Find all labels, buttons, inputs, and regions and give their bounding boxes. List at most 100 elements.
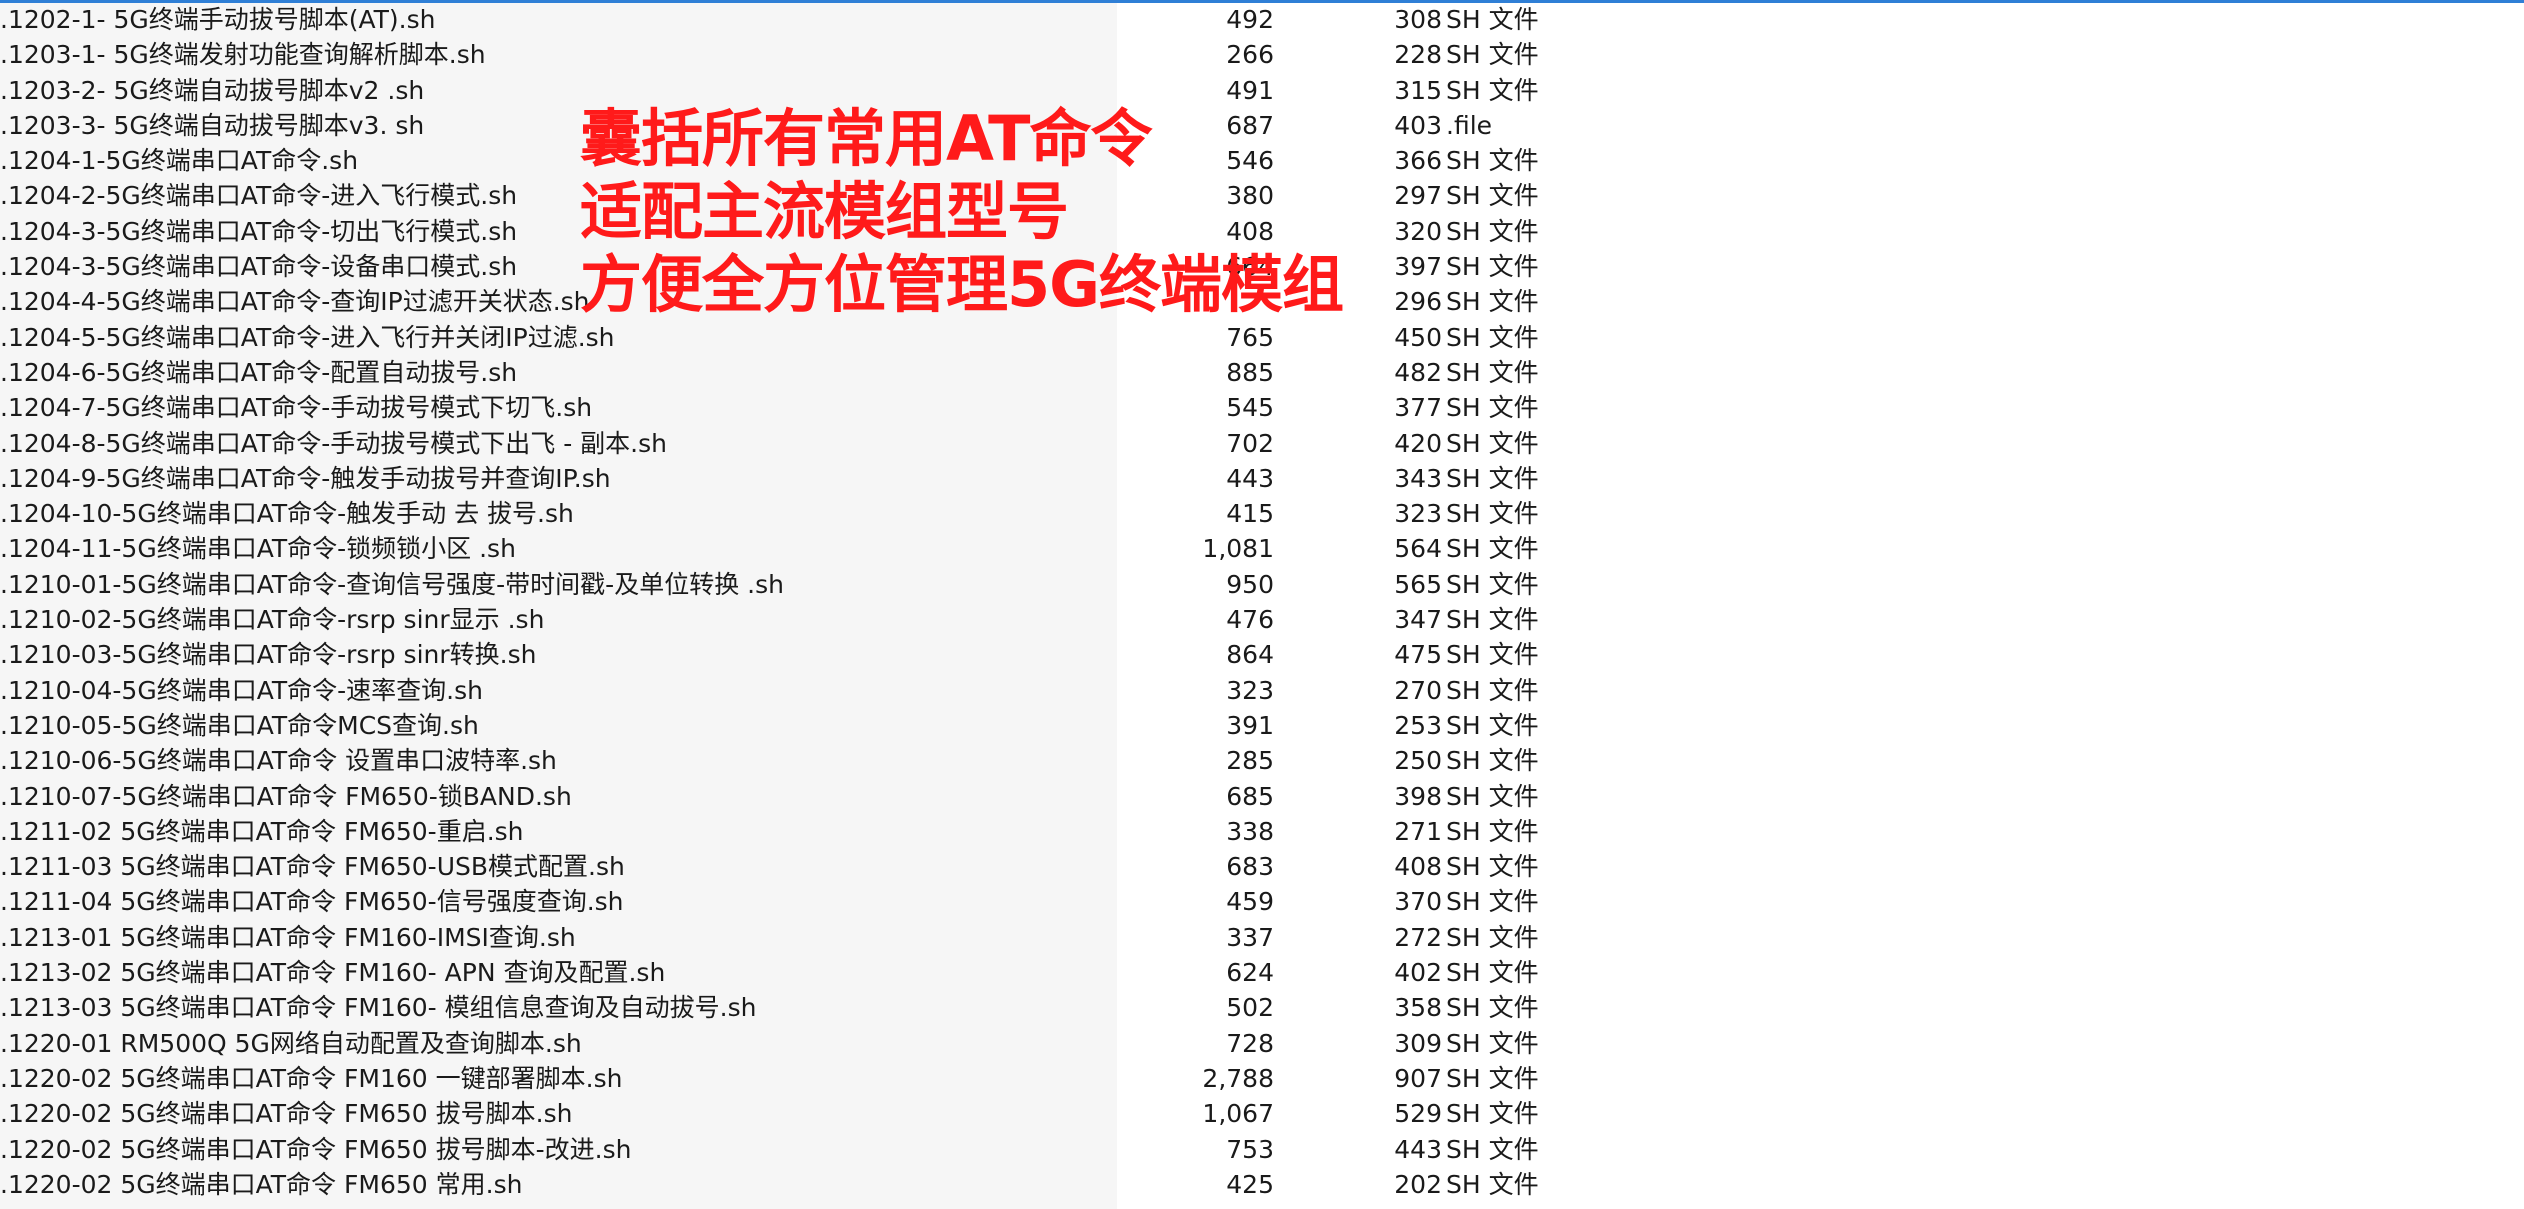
file-row[interactable]: .1210-07-5G终端串口AT命令 FM650-锁BAND.sh 685 398… — [0, 779, 2524, 814]
file-type: SH 文件 — [1446, 463, 1539, 493]
file-size: 285 — [1226, 746, 1274, 776]
file-name: .1211-03 5G终端串口AT命令 FM650-USB模式配置.sh — [0, 852, 625, 882]
file-packed-size: 408 — [1394, 852, 1442, 882]
file-packed-size: 565 — [1394, 569, 1442, 599]
file-row[interactable]: .1210-02-5G终端串口AT命令-rsrp sinr显示 .sh 476 34… — [0, 602, 2524, 637]
file-packed-size: 296 — [1394, 287, 1442, 317]
file-row[interactable]: .1204-6-5G终端串口AT命令-配置自动拔号.sh 885 482 SH 文件 — [0, 355, 2524, 390]
file-type: SH 文件 — [1446, 1099, 1539, 1129]
file-size: 492 — [1226, 5, 1274, 34]
file-row[interactable]: .1210-03-5G终端串口AT命令-rsrp sinr转换.sh 864 475… — [0, 637, 2524, 672]
file-size: 266 — [1226, 40, 1274, 70]
file-packed-size: 308 — [1394, 5, 1442, 34]
file-packed-size: 228 — [1394, 40, 1442, 70]
overlay-line-2: 适配主流模组型号 — [580, 175, 1069, 248]
file-type: SH 文件 — [1446, 357, 1539, 387]
file-size: 702 — [1226, 428, 1274, 458]
file-row[interactable]: .1210-05-5G终端串口AT命令MCS查询.sh 391 253 SH 文件 — [0, 708, 2524, 743]
file-name: .1220-02 5G终端串口AT命令 FM650 拔号脚本.sh — [0, 1099, 573, 1129]
file-row[interactable]: .1210-01-5G终端串口AT命令-查询信号强度-带时间戳-及单位转换 .s… — [0, 567, 2524, 602]
file-type: SH 文件 — [1446, 499, 1539, 529]
file-row[interactable]: .1220-02 5G终端串口AT命令 FM160 一键部署脚本.sh 2,788… — [0, 1061, 2524, 1096]
file-row[interactable]: .1211-03 5G终端串口AT命令 FM650-USB模式配置.sh 683 4… — [0, 849, 2524, 884]
file-type: SH 文件 — [1446, 675, 1539, 705]
file-type: SH 文件 — [1446, 710, 1539, 740]
file-size: 765 — [1226, 322, 1274, 352]
file-packed-size: 420 — [1394, 428, 1442, 458]
file-size: 337 — [1226, 922, 1274, 952]
file-packed-size: 271 — [1394, 816, 1442, 846]
file-type: SH 文件 — [1446, 428, 1539, 458]
file-name: .1202-1- 5G终端手动拔号脚本(AT).sh — [0, 5, 436, 34]
file-type: SH 文件 — [1446, 922, 1539, 952]
file-size: 885 — [1226, 357, 1274, 387]
file-name: .1204-8-5G终端串口AT命令-手动拔号模式下出飞 - 副本.sh — [0, 428, 667, 458]
file-row[interactable]: .1213-01 5G终端串口AT命令 FM160-IMSI查询.sh 337 27… — [0, 920, 2524, 955]
file-packed-size: 309 — [1394, 1028, 1442, 1058]
file-packed-size: 347 — [1394, 605, 1442, 635]
file-name: .1204-11-5G终端串口AT命令-锁频锁小区 .sh — [0, 534, 516, 564]
file-row[interactable]: .1203-1- 5G终端发射功能查询解析脚本.sh 266 228 SH 文件 — [0, 37, 2524, 72]
file-row[interactable]: .1204-5-5G终端串口AT命令-进入飞行并关闭IP过滤.sh 765 450 S… — [0, 320, 2524, 355]
file-packed-size: 297 — [1394, 181, 1442, 211]
file-size: 425 — [1226, 1169, 1274, 1199]
file-packed-size: 907 — [1394, 1063, 1442, 1093]
file-size: 753 — [1226, 1134, 1274, 1164]
file-row[interactable]: .1220-01 RM500Q 5G网络自动配置及查询脚本.sh 728 309 SH… — [0, 1026, 2524, 1061]
file-type: SH 文件 — [1446, 1028, 1539, 1058]
file-size: 950 — [1226, 569, 1274, 599]
file-row[interactable]: .1213-03 5G终端串口AT命令 FM160- 模组信息查询及自动拔号.s… — [0, 990, 2524, 1025]
file-packed-size: 358 — [1394, 993, 1442, 1023]
file-packed-size: 202 — [1394, 1169, 1442, 1199]
file-row[interactable]: .1204-7-5G终端串口AT命令-手动拔号模式下切飞.sh 545 377 SH … — [0, 390, 2524, 425]
file-packed-size: 366 — [1394, 146, 1442, 176]
file-name: .1220-01 RM500Q 5G网络自动配置及查询脚本.sh — [0, 1028, 582, 1058]
file-packed-size: 564 — [1394, 534, 1442, 564]
file-name: .1210-07-5G终端串口AT命令 FM650-锁BAND.sh — [0, 781, 572, 811]
file-packed-size: 402 — [1394, 958, 1442, 988]
file-type: SH 文件 — [1446, 1063, 1539, 1093]
file-type: SH 文件 — [1446, 146, 1539, 176]
file-size: 443 — [1226, 463, 1274, 493]
file-type: SH 文件 — [1446, 1169, 1539, 1199]
file-packed-size: 475 — [1394, 640, 1442, 670]
file-type: SH 文件 — [1446, 534, 1539, 564]
file-packed-size: 272 — [1394, 922, 1442, 952]
file-packed-size: 343 — [1394, 463, 1442, 493]
file-type: SH 文件 — [1446, 252, 1539, 282]
file-row[interactable]: .1220-02 5G终端串口AT命令 FM650 拔号脚本-改进.sh 753 4… — [0, 1132, 2524, 1167]
file-row[interactable]: .1211-02 5G终端串口AT命令 FM650-重启.sh 338 271 SH … — [0, 814, 2524, 849]
file-packed-size: 370 — [1394, 887, 1442, 917]
file-packed-size: 529 — [1394, 1099, 1442, 1129]
file-size: 502 — [1226, 993, 1274, 1023]
file-name: .1211-02 5G终端串口AT命令 FM650-重启.sh — [0, 816, 524, 846]
file-size: 2,788 — [1202, 1063, 1274, 1093]
file-row[interactable]: .1202-1- 5G终端手动拔号脚本(AT).sh 492 308 SH 文件 — [0, 2, 2524, 37]
file-type: SH 文件 — [1446, 887, 1539, 917]
file-row[interactable]: .1204-11-5G终端串口AT命令-锁频锁小区 .sh 1,081 564 SH … — [0, 531, 2524, 566]
file-row[interactable]: .1204-9-5G终端串口AT命令-触发手动拔号并查询IP.sh 443 343 S… — [0, 461, 2524, 496]
file-row[interactable]: .1213-02 5G终端串口AT命令 FM160- APN 查询及配置.sh 6… — [0, 955, 2524, 990]
file-size: 1,081 — [1202, 534, 1274, 564]
overlay-line-3: 方便全方位管理5G终端模组 — [580, 248, 1344, 321]
file-name: .1213-03 5G终端串口AT命令 FM160- 模组信息查询及自动拔号.s… — [0, 993, 757, 1023]
file-size: 1,067 — [1202, 1099, 1274, 1129]
file-row[interactable]: .1220-02 5G终端串口AT命令 FM650 常用.sh 425 202 SH … — [0, 1167, 2524, 1202]
file-type: SH 文件 — [1446, 181, 1539, 211]
file-row[interactable]: .1211-04 5G终端串口AT命令 FM650-信号强度查询.sh 459 37… — [0, 884, 2524, 919]
overlay-line-1: 囊括所有常用AT命令 — [580, 102, 1152, 175]
file-type: SH 文件 — [1446, 746, 1539, 776]
file-name: .1210-06-5G终端串口AT命令 设置串口波特率.sh — [0, 746, 557, 776]
file-row[interactable]: .1210-06-5G终端串口AT命令 设置串口波特率.sh 285 250 SH 文… — [0, 743, 2524, 778]
file-row[interactable]: .1204-8-5G终端串口AT命令-手动拔号模式下出飞 - 副本.sh 702 4… — [0, 426, 2524, 461]
file-row[interactable]: .1204-10-5G终端串口AT命令-触发手动 去 拔号.sh 415 323 SH… — [0, 496, 2524, 531]
file-packed-size: 398 — [1394, 781, 1442, 811]
file-row[interactable]: .1220-02 5G终端串口AT命令 FM650 拔号脚本.sh 1,067 52… — [0, 1096, 2524, 1131]
file-packed-size: 450 — [1394, 322, 1442, 352]
file-size: 323 — [1226, 675, 1274, 705]
file-size: 683 — [1226, 852, 1274, 882]
file-size: 864 — [1226, 640, 1274, 670]
file-row[interactable]: .1210-04-5G终端串口AT命令-速率查询.sh 323 270 SH 文件 — [0, 673, 2524, 708]
file-name: .1211-04 5G终端串口AT命令 FM650-信号强度查询.sh — [0, 887, 624, 917]
file-type: SH 文件 — [1446, 816, 1539, 846]
